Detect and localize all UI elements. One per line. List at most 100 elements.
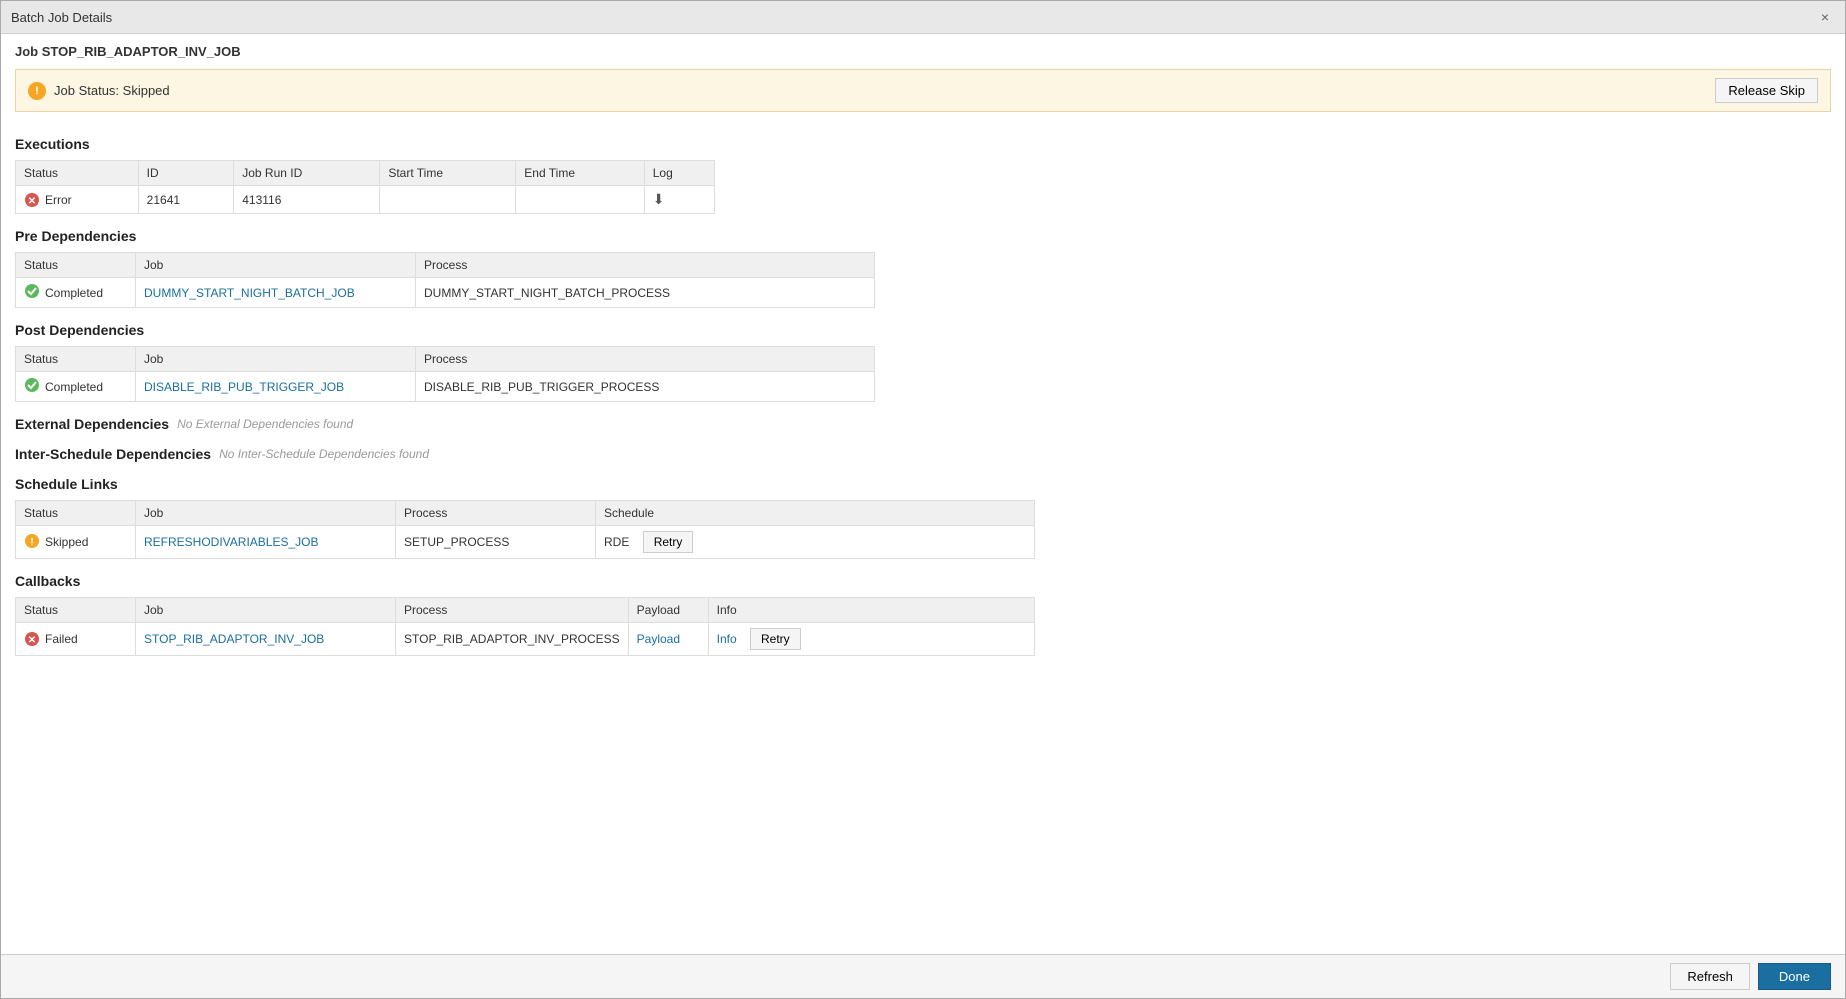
job-name-header: Job STOP_RIB_ADAPTOR_INV_JOB — [1, 34, 1845, 65]
executions-table-header: Status ID Job Run ID Start Time End Time… — [16, 161, 715, 186]
sl-col-status: Status — [16, 501, 136, 526]
schedule-links-table-header: Status Job Process Schedule — [16, 501, 1035, 526]
batch-job-details-window: Batch Job Details × Job STOP_RIB_ADAPTOR… — [0, 0, 1846, 999]
table-row: ✕ Error 21641 413116 ⬇ — [16, 186, 715, 214]
window-title: Batch Job Details — [11, 10, 112, 25]
exec-log-cell: ⬇ — [644, 186, 714, 214]
sl-col-job: Job — [136, 501, 396, 526]
close-button[interactable]: × — [1815, 7, 1835, 27]
executions-table-body: ✕ Error 21641 413116 ⬇ — [16, 186, 715, 214]
exec-status-cell: ✕ Error — [16, 186, 139, 214]
external-deps-header-row: External Dependencies No External Depend… — [15, 416, 1831, 432]
post-deps-table: Status Job Process — [15, 346, 875, 402]
cb-job-cell: STOP_RIB_ADAPTOR_INV_JOB — [136, 623, 396, 656]
post-col-job: Job — [136, 347, 416, 372]
post-col-status: Status — [16, 347, 136, 372]
table-row: Completed DISABLE_RIB_PUB_TRIGGER_JOB DI… — [16, 372, 875, 402]
completed-icon — [24, 377, 40, 396]
exec-col-log: Log — [644, 161, 714, 186]
post-status-cell: Completed — [16, 372, 136, 402]
pre-process-cell: DUMMY_START_NIGHT_BATCH_PROCESS — [416, 278, 875, 308]
pre-col-process: Process — [416, 253, 875, 278]
pre-status-label: Completed — [45, 286, 103, 300]
pre-job-cell: DUMMY_START_NIGHT_BATCH_JOB — [136, 278, 416, 308]
sl-schedule-cell: RDE Retry — [596, 526, 1035, 559]
exec-id-cell: 21641 — [138, 186, 234, 214]
exec-col-job-run-id: Job Run ID — [234, 161, 380, 186]
sl-status-label: Skipped — [45, 535, 88, 549]
schedule-links-table-body: ! Skipped REFRESHODIVARIABLES_JOB SETUP_… — [16, 526, 1035, 559]
exec-col-id: ID — [138, 161, 234, 186]
post-process-cell: DISABLE_RIB_PUB_TRIGGER_PROCESS — [416, 372, 875, 402]
executions-table: Status ID Job Run ID Start Time End Time… — [15, 160, 715, 214]
schedule-links-table: Status Job Process Schedule — [15, 500, 1035, 559]
cb-col-info: Info — [708, 598, 1034, 623]
post-job-cell: DISABLE_RIB_PUB_TRIGGER_JOB — [136, 372, 416, 402]
svg-text:✕: ✕ — [28, 635, 36, 646]
schedule-links-retry-button[interactable]: Retry — [643, 531, 694, 553]
completed-icon — [24, 283, 40, 302]
error-icon: ✕ — [24, 631, 40, 647]
refresh-button[interactable]: Refresh — [1670, 963, 1750, 990]
table-row: ! Skipped REFRESHODIVARIABLES_JOB SETUP_… — [16, 526, 1035, 559]
post-deps-table-body: Completed DISABLE_RIB_PUB_TRIGGER_JOB DI… — [16, 372, 875, 402]
job-status-text: Job Status: Skipped — [54, 83, 170, 98]
cb-status-cell: ✕ Failed — [16, 623, 136, 656]
callbacks-retry-button[interactable]: Retry — [750, 628, 801, 650]
table-row: ✕ Failed STOP_RIB_ADAPTOR_INV_JOB STOP_R… — [16, 623, 1035, 656]
table-row: Completed DUMMY_START_NIGHT_BATCH_JOB DU… — [16, 278, 875, 308]
release-skip-button[interactable]: Release Skip — [1715, 78, 1818, 103]
status-banner: ! Job Status: Skipped Release Skip — [15, 69, 1831, 112]
pre-deps-table: Status Job Process — [15, 252, 875, 308]
post-deps-table-header: Status Job Process — [16, 347, 875, 372]
exec-col-end-time: End Time — [516, 161, 644, 186]
cb-info-link[interactable]: Info — [717, 632, 737, 646]
post-deps-section-title: Post Dependencies — [15, 322, 1831, 338]
sl-job-link[interactable]: REFRESHODIVARIABLES_JOB — [144, 535, 319, 549]
status-banner-left: ! Job Status: Skipped — [28, 82, 170, 100]
external-deps-title: External Dependencies — [15, 416, 169, 432]
pre-deps-section-title: Pre Dependencies — [15, 228, 1831, 244]
main-content: Job STOP_RIB_ADAPTOR_INV_JOB ! Job Statu… — [1, 34, 1845, 998]
cb-col-payload: Payload — [628, 598, 708, 623]
callbacks-table-body: ✕ Failed STOP_RIB_ADAPTOR_INV_JOB STOP_R… — [16, 623, 1035, 656]
callbacks-table-header: Status Job Process Payload Info — [16, 598, 1035, 623]
footer-bar: Refresh Done — [1, 954, 1845, 998]
schedule-links-section-title: Schedule Links — [15, 476, 1831, 492]
cb-payload-cell: Payload — [628, 623, 708, 656]
cb-col-process: Process — [396, 598, 629, 623]
executions-section-title: Executions — [15, 136, 1831, 152]
pre-job-link[interactable]: DUMMY_START_NIGHT_BATCH_JOB — [144, 286, 355, 300]
inter-schedule-deps-empty-text: No Inter-Schedule Dependencies found — [219, 447, 429, 461]
svg-text:✕: ✕ — [28, 196, 36, 207]
main-body: Executions Status ID Job Run ID Start Ti… — [1, 122, 1845, 954]
title-bar: Batch Job Details × — [1, 1, 1845, 34]
sl-col-process: Process — [396, 501, 596, 526]
warning-icon: ! — [28, 82, 46, 100]
exec-status-label: Error — [45, 193, 72, 207]
pre-deps-table-body: Completed DUMMY_START_NIGHT_BATCH_JOB DU… — [16, 278, 875, 308]
done-button[interactable]: Done — [1758, 963, 1831, 990]
post-job-link[interactable]: DISABLE_RIB_PUB_TRIGGER_JOB — [144, 380, 344, 394]
exec-job-run-id-cell: 413116 — [234, 186, 380, 214]
cb-status-label: Failed — [45, 632, 78, 646]
cb-col-job: Job — [136, 598, 396, 623]
exec-end-time-cell — [516, 186, 644, 214]
pre-status-cell: Completed — [16, 278, 136, 308]
cb-info-cell: Info Retry — [708, 623, 1034, 656]
sl-process-cell: SETUP_PROCESS — [396, 526, 596, 559]
callbacks-section-title: Callbacks — [15, 573, 1831, 589]
exec-start-time-cell — [380, 186, 516, 214]
inter-schedule-deps-title: Inter-Schedule Dependencies — [15, 446, 211, 462]
exec-col-status: Status — [16, 161, 139, 186]
sl-job-cell: REFRESHODIVARIABLES_JOB — [136, 526, 396, 559]
sl-status-cell: ! Skipped — [16, 526, 136, 559]
cb-col-status: Status — [16, 598, 136, 623]
download-log-icon[interactable]: ⬇ — [653, 191, 665, 207]
inter-schedule-deps-header-row: Inter-Schedule Dependencies No Inter-Sch… — [15, 446, 1831, 462]
post-col-process: Process — [416, 347, 875, 372]
error-icon: ✕ — [24, 192, 40, 208]
cb-payload-link[interactable]: Payload — [637, 632, 680, 646]
cb-job-link[interactable]: STOP_RIB_ADAPTOR_INV_JOB — [144, 632, 324, 646]
pre-col-job: Job — [136, 253, 416, 278]
